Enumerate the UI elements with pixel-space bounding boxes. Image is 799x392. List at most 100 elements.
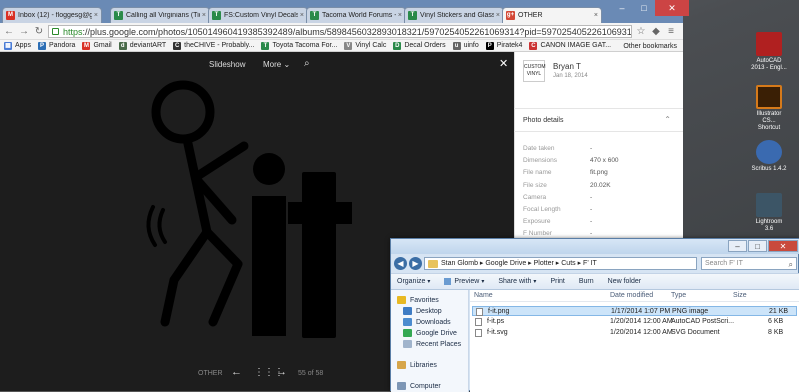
bookmark-item[interactable]: M Gmail	[82, 41, 112, 50]
bookmark-icon: V	[344, 41, 353, 50]
file-list: Name Date modified Type Size f-it.png 1/1…	[470, 290, 799, 392]
more-button[interactable]: More ⌄	[263, 60, 290, 69]
bookmark-icon: D	[393, 41, 402, 50]
window-controls: – □ ✕	[611, 0, 689, 16]
close-window-button[interactable]: ✕	[655, 0, 689, 16]
column-headers: Name Date modified Type Size	[470, 290, 799, 302]
omnibox-bar: ← → ↻ https://plus.google.com/photos/105…	[0, 23, 683, 40]
organize-button[interactable]: Organize ▾	[397, 278, 430, 285]
desktop-icon-illustrator[interactable]: Illustrator CS... Shortcut	[751, 85, 787, 132]
star-icon[interactable]: ☆	[635, 25, 647, 37]
detail-row: Camera -	[523, 194, 592, 201]
explorer-search-input[interactable]: Search F' IT ⌕	[701, 257, 797, 270]
bookmark-icon: d	[118, 41, 127, 50]
previous-arrow-icon[interactable]: ←	[231, 366, 242, 378]
explorer-window-controls: – □ ✕	[727, 240, 798, 252]
tab-1[interactable]: M Inbox (12) - floggesg@g ×	[2, 7, 102, 23]
close-tab-icon[interactable]: ×	[398, 12, 402, 19]
tab-4[interactable]: T Tacoma World Forums - ×	[306, 7, 406, 23]
close-tab-icon[interactable]: ×	[496, 12, 500, 19]
breadcrumb[interactable]: Stan Glomb ▸ Google Drive ▸ Plotter ▸ Cu…	[424, 257, 697, 270]
print-button[interactable]: Print	[550, 278, 564, 285]
detail-value: fit.png	[590, 169, 608, 177]
burn-button[interactable]: Burn	[579, 278, 594, 285]
photo-details-header[interactable]: Photo details ⌃	[514, 108, 683, 132]
bookmark-item[interactable]: D Decal Orders	[393, 41, 446, 50]
bookmark-item[interactable]: P Pandora	[37, 41, 75, 50]
explorer-forward-icon[interactable]: ▶	[409, 257, 422, 270]
close-tab-icon[interactable]: ×	[594, 12, 598, 19]
close-tab-icon[interactable]: ×	[94, 12, 98, 19]
detail-label: File name	[523, 169, 552, 177]
explorer-back-icon[interactable]: ◀	[394, 257, 407, 270]
next-arrow-icon[interactable]: →	[276, 366, 287, 378]
avatar[interactable]: CUSTOM VINYL	[523, 60, 546, 82]
detail-row: File size 20.02K	[523, 182, 611, 189]
explorer-minimize-button[interactable]: –	[728, 240, 747, 252]
maximize-button[interactable]: □	[633, 0, 655, 16]
forward-arrow-icon[interactable]: →	[18, 25, 30, 37]
new-folder-button[interactable]: New folder	[608, 278, 641, 285]
share-with-button[interactable]: Share with ▾	[498, 278, 536, 285]
nav-computer[interactable]: Computer	[397, 382, 441, 390]
close-tab-icon[interactable]: ×	[300, 12, 304, 19]
nav-libraries[interactable]: Libraries	[397, 361, 437, 369]
close-icon[interactable]: ✕	[499, 57, 508, 70]
bookmark-item[interactable]: ▦ Apps	[4, 41, 31, 50]
search-icon[interactable]: ⌕	[304, 58, 310, 69]
preview-button[interactable]: Preview ▾	[444, 278, 484, 285]
nav-item-desktop[interactable]: Desktop	[403, 307, 442, 315]
nav-favorites[interactable]: Favorites	[397, 296, 439, 304]
file-icon	[476, 308, 483, 316]
bookmark-item[interactable]: V Vinyl Calc	[344, 41, 386, 50]
reload-icon[interactable]: ↻	[33, 25, 45, 37]
file-row[interactable]: f-it.png 1/17/2014 1:07 PM PNG image 21 KB	[472, 306, 797, 316]
other-bookmarks[interactable]: Other bookmarks	[623, 40, 677, 52]
file-row[interactable]: f-it.svg 1/20/2014 12:00 AM SVG Document 8 …	[472, 328, 797, 338]
desktop-icon-scribus[interactable]: Scribus 1.4.2	[751, 140, 787, 173]
tab-6[interactable]: g+ OTHER ×	[502, 7, 602, 23]
album-label[interactable]: OTHER	[198, 370, 223, 377]
tab-5[interactable]: T Vinyl Stickers and Glass E ×	[404, 7, 504, 23]
bookmark-item[interactable]: CtheCHIVE - Probably...	[173, 41, 254, 50]
bookmark-item[interactable]: C CANON IMAGE GAT...	[529, 41, 611, 50]
detail-value: -	[590, 230, 593, 238]
file-name: f-it.svg	[487, 329, 508, 336]
bookmark-item[interactable]: T Toyota Tacoma For...	[261, 41, 337, 50]
tab-2[interactable]: T Calling all Virginians (Tid ×	[110, 7, 210, 23]
extension-icon[interactable]: ◆	[650, 25, 662, 37]
file-name: f-it.ps	[487, 318, 505, 325]
detail-label: F Number	[523, 230, 552, 238]
slideshow-button[interactable]: Slideshow	[209, 60, 245, 69]
column-date-modified[interactable]: Date modified	[610, 292, 653, 299]
minimize-button[interactable]: –	[611, 0, 633, 16]
search-icon: ⌕	[788, 260, 793, 269]
file-date: 1/20/2014 12:00 AM	[610, 329, 673, 336]
desktop-icon-lightroom[interactable]: Lightroom 3.6	[751, 193, 787, 233]
bookmark-item[interactable]: u uinfo	[452, 41, 479, 50]
libraries-icon	[397, 361, 406, 369]
menu-icon[interactable]: ≡	[665, 25, 677, 37]
bookmark-icon: T	[261, 41, 270, 50]
file-row[interactable]: f-it.ps 1/20/2014 12:00 AM AutoCAD PostScr…	[472, 317, 797, 327]
nav-item-google-drive[interactable]: Google Drive	[403, 329, 457, 337]
url-field[interactable]: https://plus.google.com/photos/105014960…	[48, 24, 632, 38]
explorer-close-button[interactable]: ✕	[768, 240, 798, 252]
column-size[interactable]: Size	[733, 292, 747, 299]
explorer-maximize-button[interactable]: □	[748, 240, 767, 252]
explorer-toolbar: Organize ▾ Preview ▾ Share with ▾ Print Bur…	[391, 273, 799, 290]
tab-3[interactable]: T FS:Custom Vinyl Decals ×	[208, 7, 308, 23]
nav-item-downloads[interactable]: Downloads	[403, 318, 451, 326]
detail-value: -	[590, 193, 593, 201]
file-type: AutoCAD PostScri...	[671, 318, 735, 325]
user-name[interactable]: Bryan T	[553, 62, 581, 71]
column-name[interactable]: Name	[474, 292, 493, 299]
file-icon	[475, 318, 482, 326]
bookmark-item[interactable]: d deviantART	[118, 41, 166, 50]
back-arrow-icon[interactable]: ←	[3, 25, 15, 37]
bookmark-item[interactable]: P Piratek4	[485, 41, 522, 50]
close-tab-icon[interactable]: ×	[202, 12, 206, 19]
column-type[interactable]: Type	[671, 292, 686, 299]
desktop-icon-autocad[interactable]: AutoCAD 2013 - Engl...	[751, 32, 787, 72]
nav-item-recent-places[interactable]: Recent Places	[403, 340, 461, 348]
